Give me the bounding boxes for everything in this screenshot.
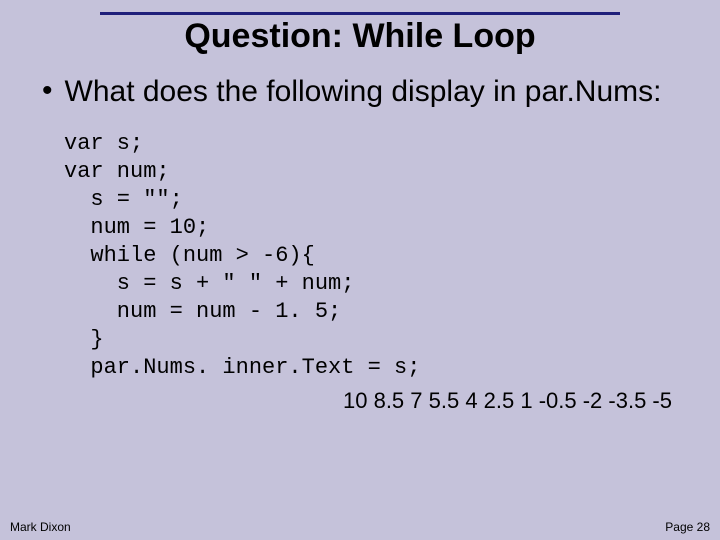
slide: Question: While Loop • What does the fol… [0, 0, 720, 540]
code-block: var s; var num; s = ""; num = 10; while … [64, 130, 690, 382]
bullet-item: • What does the following display in par… [42, 74, 690, 110]
answer-text: 10 8.5 7 5.5 4 2.5 1 -0.5 -2 -3.5 -5 [42, 388, 672, 414]
bullet-text: What does the following display in par.N… [65, 74, 662, 110]
footer: Mark Dixon Page 28 [10, 520, 710, 534]
bullet-dot: • [42, 74, 53, 108]
slide-title: Question: While Loop [40, 17, 680, 56]
title-rule [100, 12, 620, 15]
slide-body: • What does the following display in par… [0, 56, 720, 414]
title-area: Question: While Loop [0, 0, 720, 56]
footer-author: Mark Dixon [10, 520, 71, 534]
footer-page: Page 28 [665, 520, 710, 534]
